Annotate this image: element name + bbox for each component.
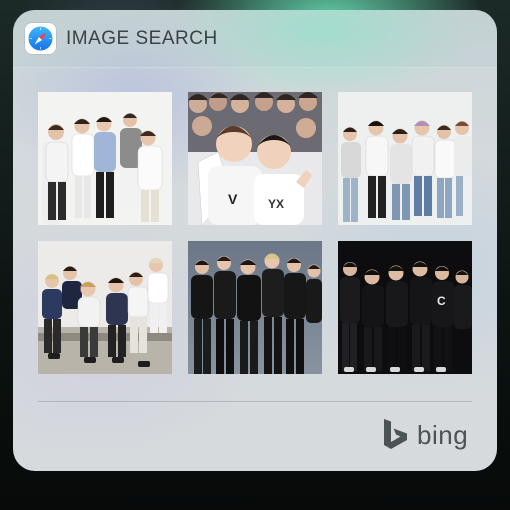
footer-divider	[38, 401, 472, 402]
image-result-3[interactable]	[338, 92, 472, 225]
bing-b-icon	[384, 419, 407, 449]
bing-label: bing	[417, 420, 469, 450]
image-results-grid: V YX C	[38, 92, 472, 374]
image-result-6[interactable]: C	[338, 241, 472, 374]
svg-text:V: V	[228, 191, 238, 207]
bing-attribution[interactable]: bing	[381, 414, 481, 454]
image-result-2[interactable]: V YX	[188, 92, 322, 225]
widget-header[interactable]: IMAGE SEARCH	[13, 10, 497, 68]
image-result-1[interactable]	[38, 92, 172, 225]
svg-text:C: C	[437, 294, 446, 308]
svg-text:YX: YX	[268, 197, 284, 211]
image-result-5[interactable]	[188, 241, 322, 374]
safari-compass-icon	[25, 23, 56, 54]
image-result-4[interactable]	[38, 241, 172, 374]
image-search-widget: IMAGE SEARCH V YX C bing	[13, 10, 497, 471]
widget-title: IMAGE SEARCH	[66, 28, 218, 49]
